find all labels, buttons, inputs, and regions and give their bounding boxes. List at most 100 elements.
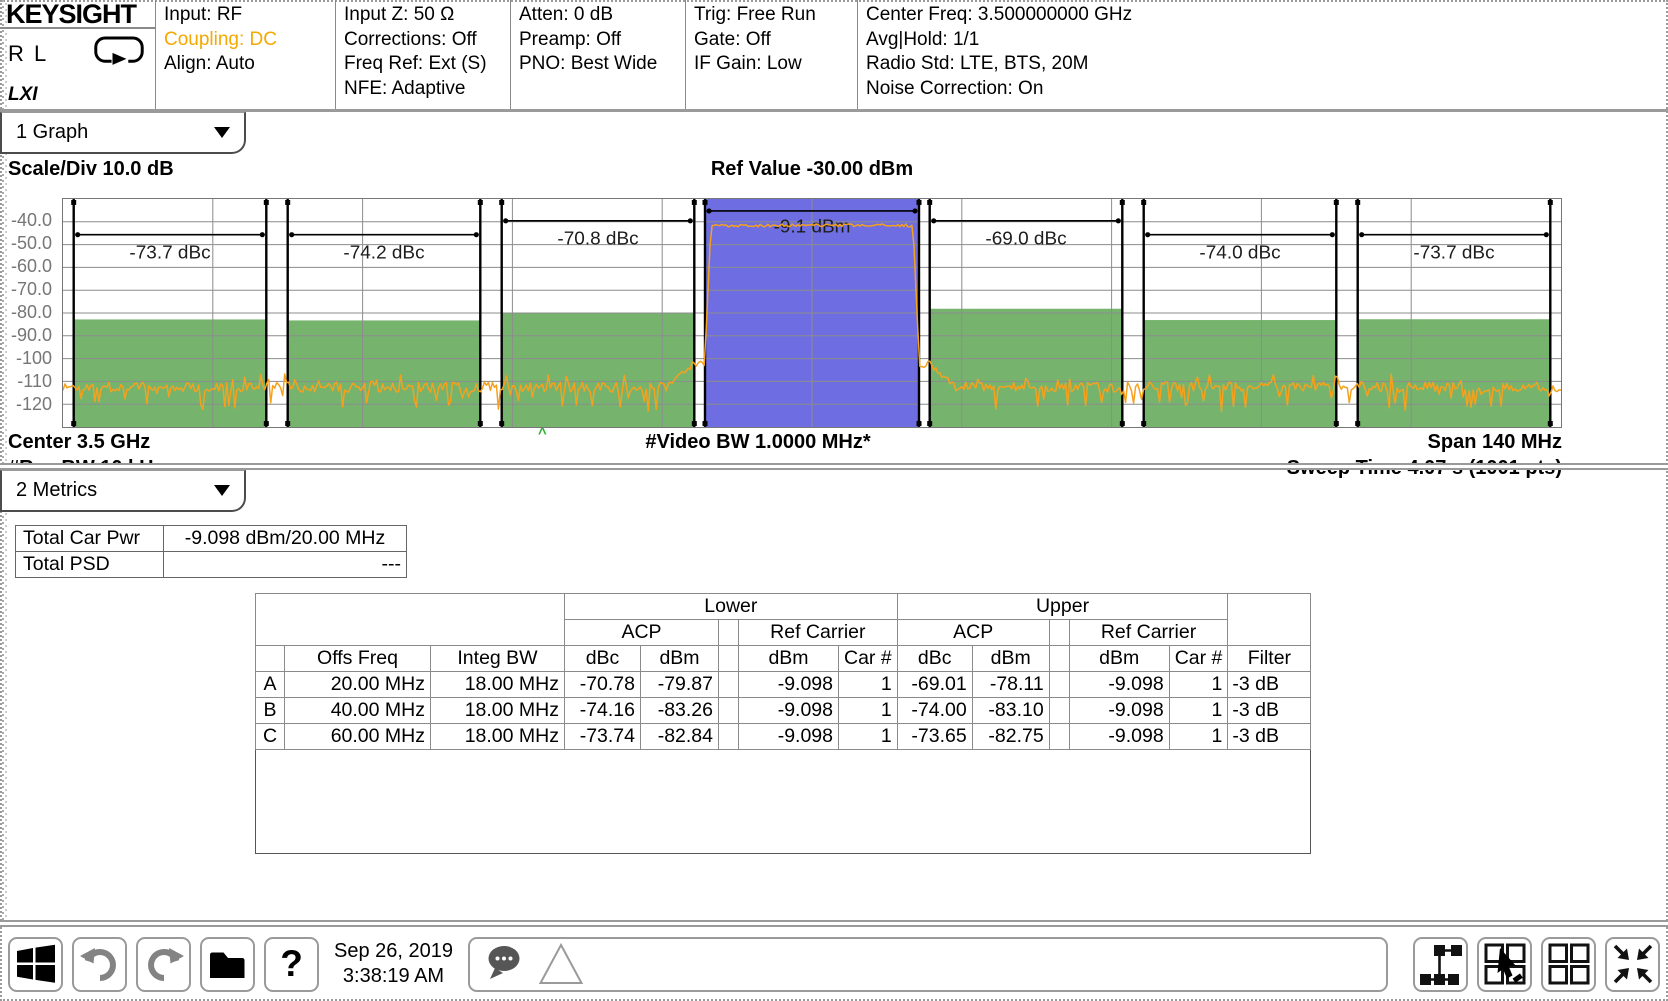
acp-table-corner — [256, 594, 565, 646]
preamp-setting: Preamp: Off — [519, 28, 677, 53]
spectrum-plot[interactable]: -40.0-50.0-60.0-70.0-80.0-90.0-100-110-1… — [62, 198, 1562, 428]
integ-bw-header: Integ BW — [431, 646, 565, 672]
measurement-setup-button[interactable] — [1413, 937, 1468, 992]
spacer-cell — [1049, 672, 1069, 698]
undo-button[interactable] — [72, 937, 127, 992]
row-letter-header — [256, 646, 285, 672]
lower-dbm-value: -82.84 — [641, 724, 719, 750]
folder-icon — [206, 942, 250, 986]
upper-dbc-value: -73.65 — [897, 724, 972, 750]
y-axis-tick-label: -60.0 — [2, 256, 52, 277]
keysight-logo: KEYSIGHT — [0, 0, 155, 29]
continuous-sweep-icon — [93, 35, 145, 75]
upper-ref-carrier-header: Ref Carrier — [1069, 620, 1228, 646]
lower-car-num-value: 1 — [839, 698, 898, 724]
lxi-logo: LXI — [0, 83, 155, 110]
y-axis-tick-label: -50.0 — [2, 233, 52, 254]
integ-bw-value: 18.00 MHz — [431, 672, 565, 698]
redo-icon — [142, 942, 186, 986]
logo-cell: KEYSIGHT R L LXI — [0, 0, 156, 109]
lower-dbm-value: -79.87 — [641, 672, 719, 698]
spacer-cell — [1049, 620, 1069, 646]
coupling-setting: Coupling: DC — [164, 28, 327, 53]
spacer-cell — [719, 724, 739, 750]
dropdown-arrow-icon — [214, 485, 230, 496]
windows-logo-icon — [14, 942, 58, 986]
total-psd-label: Total PSD — [16, 552, 164, 578]
lower-car-num-value: 1 — [839, 724, 898, 750]
quad-window-icon — [1546, 941, 1592, 987]
header-col-input: Input: RF Coupling: DC Align: Auto — [156, 0, 336, 109]
y-axis-tick-label: -40.0 — [2, 210, 52, 231]
toolbar-divider — [0, 920, 1668, 927]
spacer-cell — [719, 698, 739, 724]
upper-dbc-value: -69.01 — [897, 672, 972, 698]
y-axis-tick-label: -120 — [2, 394, 52, 415]
svg-text:-70.8 dBc: -70.8 dBc — [557, 229, 638, 250]
upper-acp-header: ACP — [897, 620, 1049, 646]
nfe-setting: NFE: Adaptive — [344, 77, 502, 102]
date-label: Sep 26, 2019 — [334, 939, 453, 964]
graph-window-dropdown[interactable]: 1 Graph — [0, 112, 246, 154]
input-setting: Input: RF — [164, 3, 327, 28]
upper-ref-dbm-value: -9.098 — [1069, 698, 1169, 724]
graph-window-dropdown-label: 1 Graph — [16, 121, 88, 144]
noise-correction-setting: Noise Correction: On — [866, 77, 1660, 102]
offset-id: C — [256, 724, 285, 750]
filter-value: -3 dB — [1228, 724, 1311, 750]
spectrum-plot-canvas: -73.7 dBc-74.2 dBc-70.8 dBc-69.0 dBc-74.… — [62, 198, 1562, 428]
upper-dbm-value: -83.10 — [972, 698, 1049, 724]
offs-freq-value: 60.00 MHz — [285, 724, 431, 750]
file-open-button[interactable] — [200, 937, 255, 992]
table-row-offset-b: B 40.00 MHz 18.00 MHz -74.16 -83.26 -9.0… — [256, 698, 1311, 724]
upper-car-num-value: 1 — [1169, 672, 1228, 698]
if-gain-setting: IF Gain: Low — [694, 52, 849, 77]
metrics-window-dropdown[interactable]: 2 Metrics — [0, 470, 246, 512]
dbc-header: dBc — [897, 646, 972, 672]
metrics-pane: 2 Metrics Total Car Pwr -9.098 dBm/20.00… — [0, 470, 1668, 920]
lower-group-header: Lower — [565, 594, 898, 620]
dbc-header: dBc — [565, 646, 641, 672]
y-axis-tick-label: -110 — [2, 371, 52, 392]
dbm-header: dBm — [972, 646, 1049, 672]
lower-dbm-value: -83.26 — [641, 698, 719, 724]
total-car-pwr-value: -9.098 dBm/20.00 MHz — [164, 526, 407, 552]
integ-bw-value: 18.00 MHz — [431, 698, 565, 724]
trig-setting: Trig: Free Run — [694, 3, 849, 28]
y-axis-tick-label: -70.0 — [2, 279, 52, 300]
graph-pane: 1 Graph Scale/Div 10.0 dB Ref Value -30.… — [0, 112, 1668, 470]
svg-text:-69.0 dBc: -69.0 dBc — [985, 229, 1066, 250]
undo-icon — [78, 942, 122, 986]
totals-table: Total Car Pwr -9.098 dBm/20.00 MHz Total… — [15, 525, 407, 578]
corrections-setting: Corrections: Off — [344, 28, 502, 53]
help-button[interactable]: ? — [264, 937, 319, 992]
center-freq-annotation: Center 3.5 GHz — [8, 431, 150, 454]
redo-button[interactable] — [136, 937, 191, 992]
multi-window-layout-button[interactable] — [1541, 937, 1596, 992]
radio-std-setting: Radio Std: LTE, BTS, 20M — [866, 52, 1660, 77]
pno-setting: PNO: Best Wide — [519, 52, 677, 77]
spacer-cell — [1049, 724, 1069, 750]
upper-group-header: Upper — [897, 594, 1228, 620]
datetime-display: Sep 26, 2019 3:38:19 AM — [328, 939, 459, 989]
header-col-frequency: Center Freq: 3.500000000 GHz Avg|Hold: 1… — [858, 0, 1668, 109]
pane-divider — [0, 463, 1668, 470]
total-psd-value: --- — [164, 552, 407, 578]
spacer-cell — [719, 620, 739, 646]
collapse-fullscreen-button[interactable] — [1605, 937, 1660, 992]
ref-dbm-header: dBm — [1069, 646, 1169, 672]
lower-acp-header: ACP — [565, 620, 719, 646]
lower-car-num-value: 1 — [839, 672, 898, 698]
dropdown-arrow-icon — [214, 127, 230, 138]
message-bubble-icon — [484, 943, 526, 985]
status-message-bar[interactable] — [468, 937, 1388, 992]
sequence-diagram-icon — [1418, 941, 1464, 987]
windows-start-button[interactable] — [8, 937, 63, 992]
align-setting: Align: Auto — [164, 52, 327, 77]
video-bw-annotation: #Video BW 1.0000 MHz* — [645, 431, 870, 454]
window-select-button[interactable] — [1477, 937, 1532, 992]
table-row: Offs Freq Integ BW dBc dBm dBm Car # dBc… — [256, 646, 1311, 672]
span-annotation: Span 140 MHz — [1428, 431, 1562, 454]
scale-per-div-label: Scale/Div 10.0 dB — [8, 158, 174, 181]
table-row-offset-a: A 20.00 MHz 18.00 MHz -70.78 -79.87 -9.0… — [256, 672, 1311, 698]
